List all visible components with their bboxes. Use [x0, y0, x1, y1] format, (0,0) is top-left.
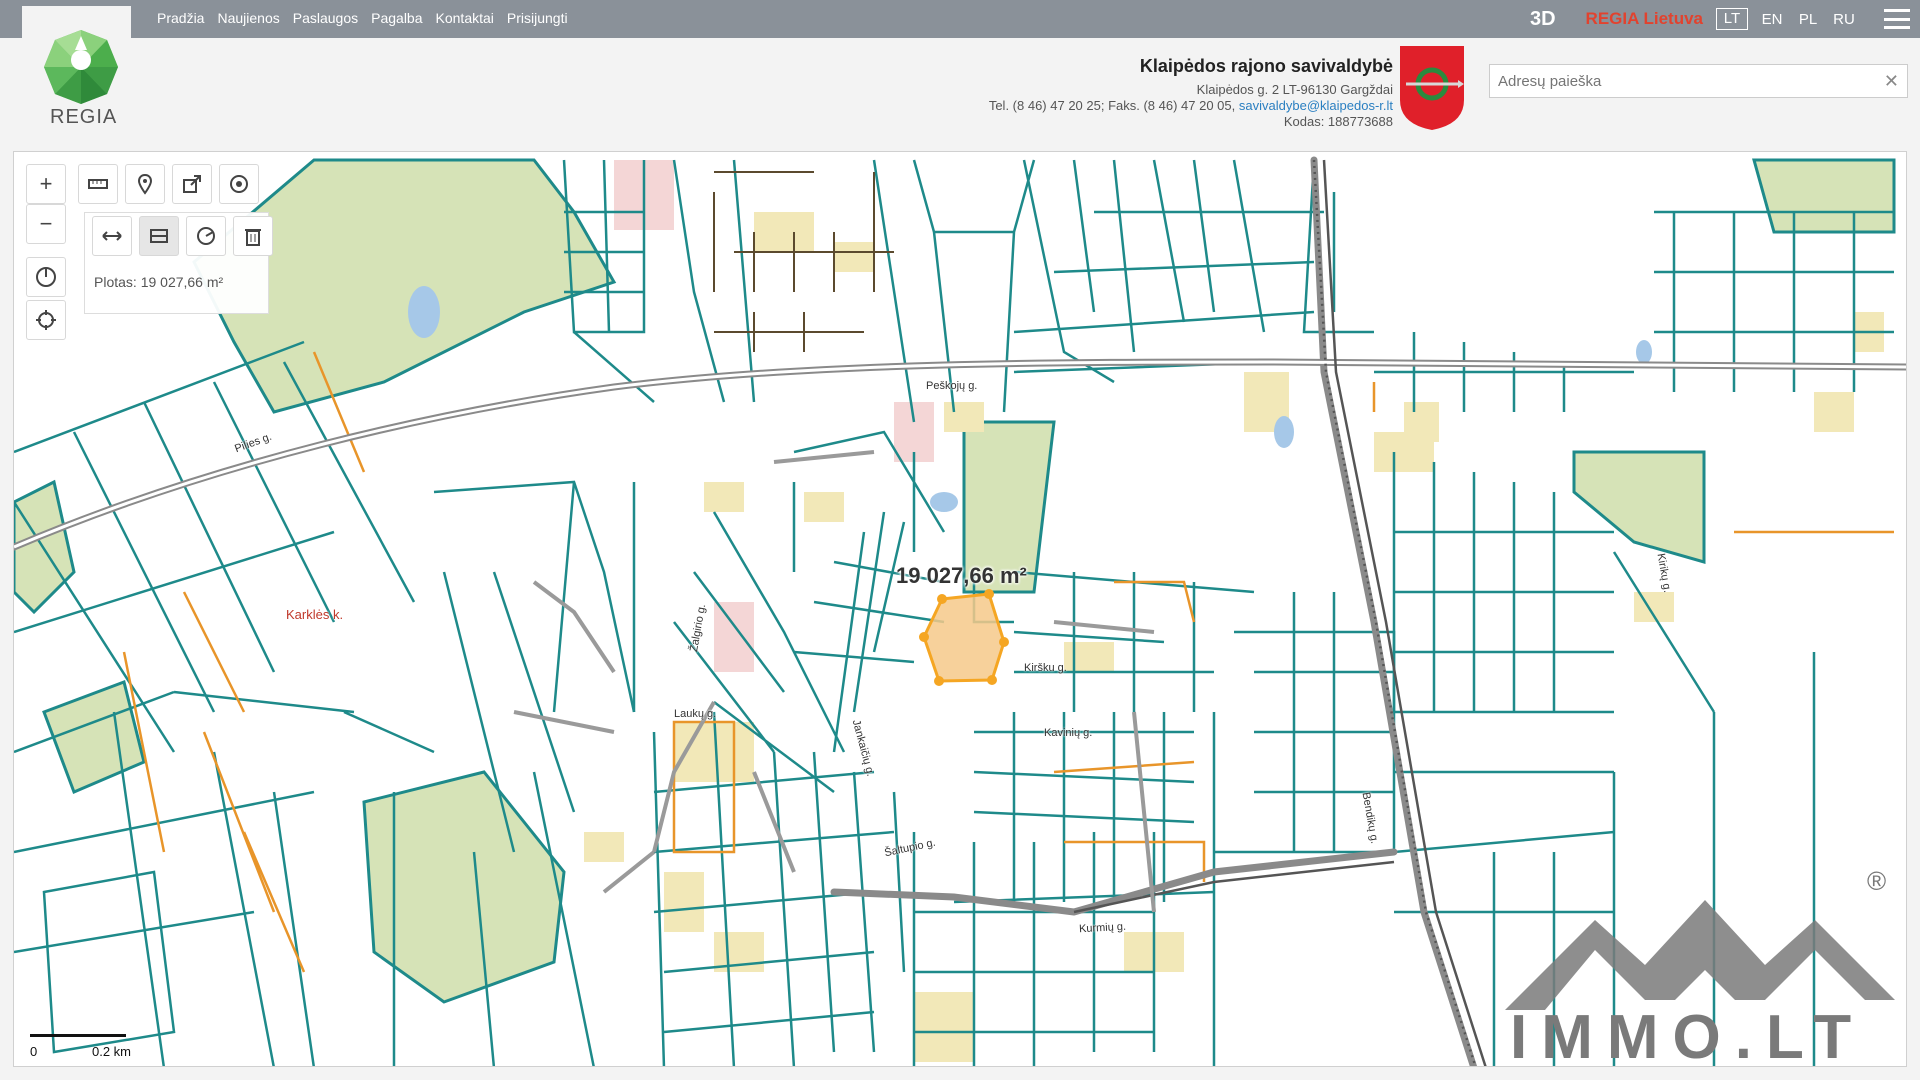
nav-home[interactable]: Pradžia — [157, 10, 204, 26]
nav-news[interactable]: Naujienos — [217, 10, 279, 26]
municipality-email[interactable]: savivaldybe@klaipedos-r.lt — [1239, 98, 1393, 113]
3d-button[interactable]: 3D — [1530, 8, 1556, 31]
street-label-kurmiu: Kurmių g. — [1078, 920, 1127, 936]
regia-logo-icon[interactable] — [42, 28, 120, 106]
share-icon[interactable] — [172, 164, 212, 204]
coat-of-arms-icon — [1400, 46, 1464, 130]
locate-icon[interactable] — [26, 300, 66, 340]
scale-bar-line — [30, 1034, 126, 1037]
menu-icon[interactable] — [1884, 9, 1910, 29]
scale-zero-label: 0 — [30, 1044, 38, 1059]
main-nav: Pradžia Naujienos Paslaugos Pagalba Kont… — [157, 10, 568, 26]
top-nav-bar: Pradžia Naujienos Paslaugos Pagalba Kont… — [0, 0, 1920, 38]
compass-icon[interactable] — [26, 257, 66, 297]
municipality-contacts: Tel. (8 46) 47 20 25; Faks. (8 46) 47 20… — [989, 98, 1393, 114]
street-label-peskoju: Peškojų g. — [926, 380, 978, 392]
municipality-address: Klaipėdos g. 2 LT-96130 Gargždai — [1196, 82, 1393, 97]
nav-contacts[interactable]: Kontaktai — [436, 10, 494, 26]
lang-pl[interactable]: PL — [1790, 11, 1826, 28]
lang-ru[interactable]: RU — [1826, 11, 1862, 28]
street-label-kaviniu: Kavinių g. — [1044, 727, 1093, 739]
scale-distance-label: 0.2 km — [92, 1044, 132, 1059]
watermark-text: IMMO.LT — [1510, 1003, 1866, 1072]
street-label-kirsku: Kiršku g. — [1024, 662, 1067, 674]
trash-icon[interactable] — [233, 216, 273, 256]
watermark-registered: ® — [1867, 866, 1887, 896]
municipality-name: Klaipėdos rajono savivaldybė — [1139, 56, 1393, 76]
municipality-info: Klaipėdos rajono savivaldybė Klaipėdos g… — [989, 56, 1393, 130]
area-measurement-label: 19 027,66 m² — [896, 563, 1027, 588]
zoom-out-button[interactable]: − — [26, 204, 66, 244]
lang-en[interactable]: EN — [1754, 11, 1790, 28]
place-label-karkles: Karklės k. — [286, 607, 344, 622]
address-search-input[interactable] — [1490, 65, 1907, 97]
nav-services[interactable]: Paslaugos — [293, 10, 358, 26]
municipality-phone: Tel. (8 46) 47 20 25; Faks. (8 46) 47 20… — [988, 98, 1236, 113]
top-right-controls: 3D REGIA Lietuva LT EN PL RU — [1530, 0, 1920, 38]
map-pin-icon[interactable] — [125, 164, 165, 204]
area-result-label: Plotas: 19 027,66 m² — [94, 274, 224, 290]
street-label-lauku: Laukų g. — [674, 708, 717, 720]
regia-lietuva-link[interactable]: REGIA Lietuva — [1586, 9, 1703, 29]
clear-search-icon[interactable]: ✕ — [1884, 71, 1899, 92]
lang-lt[interactable]: LT — [1716, 8, 1748, 30]
zoom-in-button[interactable]: + — [26, 164, 66, 204]
scale-bar: 0 0.2 km — [30, 1028, 140, 1062]
address-search: ✕ — [1489, 64, 1908, 98]
nav-login[interactable]: Prisijungti — [507, 10, 568, 26]
measure-area-icon[interactable] — [139, 216, 179, 256]
header: REGIA Klaipėdos rajono savivaldybė Klaip… — [0, 30, 1920, 150]
measure-radius-icon[interactable] — [186, 216, 226, 256]
measure-distance-icon[interactable] — [92, 216, 132, 256]
ruler-icon[interactable] — [78, 164, 118, 204]
municipality-code: Kodas: 188773688 — [1283, 114, 1393, 129]
regia-logo-text: REGIA — [50, 106, 118, 128]
target-icon[interactable] — [219, 164, 259, 204]
nav-help[interactable]: Pagalba — [371, 10, 422, 26]
